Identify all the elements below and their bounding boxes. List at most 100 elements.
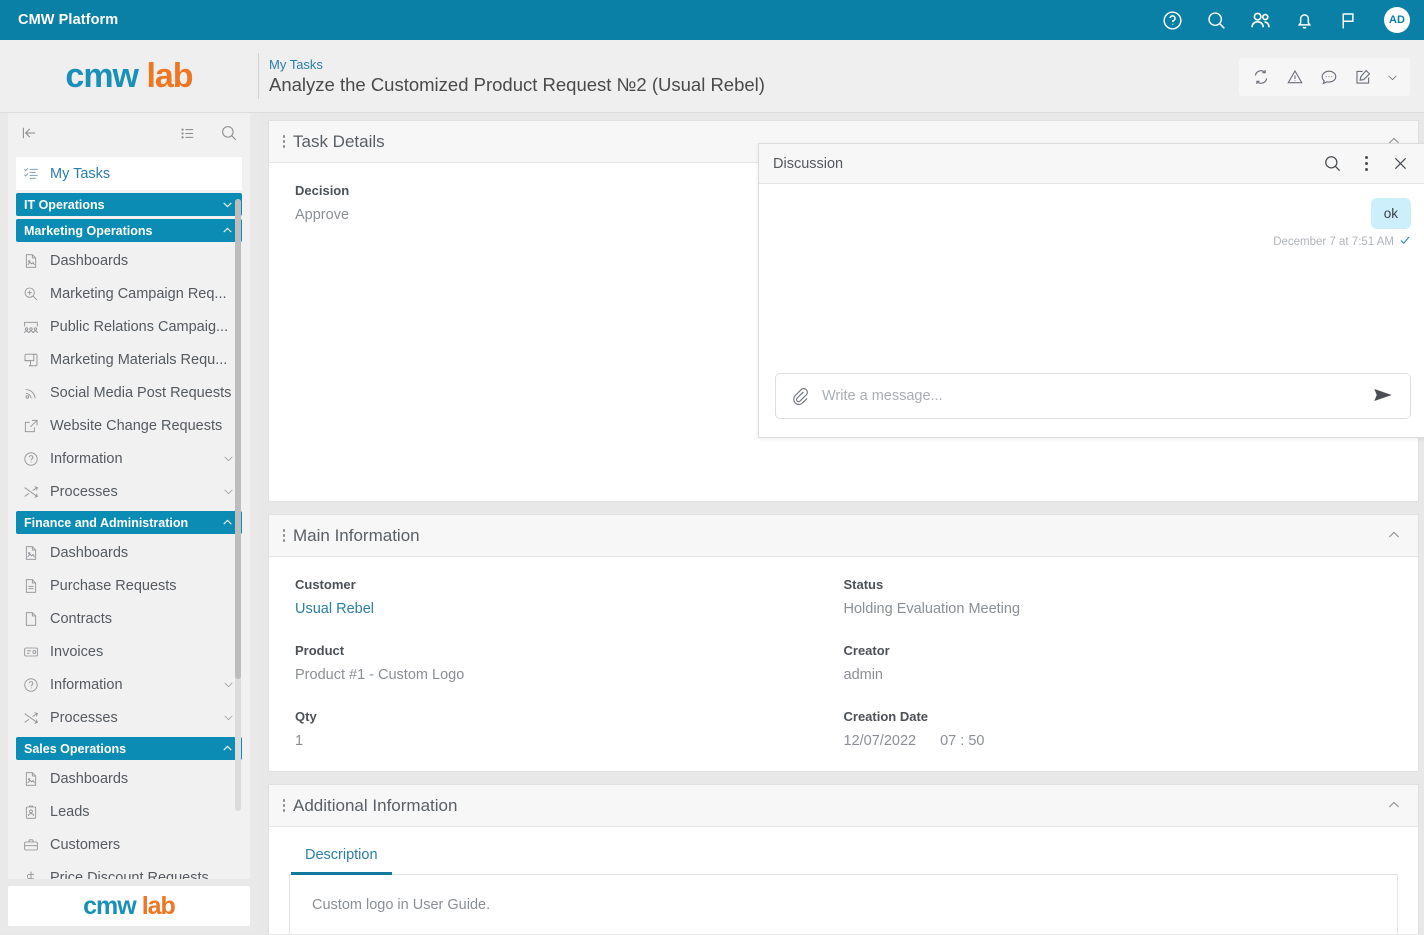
help-circle-icon[interactable]	[1160, 8, 1184, 32]
discussion-search-icon[interactable]	[1319, 151, 1345, 177]
sidebar-footer-logo: cmw lab	[8, 886, 250, 926]
question-circle-icon	[22, 450, 39, 467]
discussion-composer	[759, 373, 1424, 437]
sidebar-item-processes[interactable]: Processes	[16, 701, 242, 734]
sidebar-item-marketing-campaign-req[interactable]: Marketing Campaign Req...	[16, 277, 242, 310]
field-customer: Customer Usual Rebel	[295, 577, 844, 617]
panel-additional-information: Additional Information Description Custo…	[268, 784, 1419, 934]
chevron-up-icon[interactable]	[1386, 797, 1404, 815]
file-blank-icon	[22, 610, 39, 627]
collapse-left-icon[interactable]	[18, 122, 40, 144]
platform-title: CMW Platform	[18, 12, 119, 28]
send-message-icon[interactable]	[1372, 384, 1396, 408]
drag-handle-icon[interactable]	[277, 135, 291, 148]
flag-icon[interactable]	[1336, 8, 1360, 32]
brand-logo[interactable]: cmw lab	[0, 40, 258, 112]
page-header: cmw lab My Tasks Analyze the Customized …	[0, 40, 1424, 113]
sidebar-nav-scroll[interactable]: My Tasks IT Operations Marketing Operation…	[8, 153, 250, 879]
chevron-up-icon[interactable]	[1386, 527, 1404, 545]
warning-triangle-icon[interactable]	[1284, 66, 1306, 88]
chevron-up-icon[interactable]	[221, 742, 234, 755]
logo-text-lab: lab	[146, 57, 193, 95]
sidebar-item-information[interactable]: Information	[16, 668, 242, 701]
breadcrumb-link-my-tasks[interactable]: My Tasks	[269, 56, 765, 73]
discussion-close-icon[interactable]	[1387, 151, 1413, 177]
sidebar-item-marketing-materials-requ[interactable]: Marketing Materials Requ...	[16, 343, 242, 376]
chevron-down-icon[interactable]	[222, 678, 236, 692]
sidebar-group-it-operations[interactable]: IT Operations	[16, 193, 242, 216]
file-image-icon	[22, 544, 39, 561]
sidebar-group-sales-operations[interactable]: Sales Operations	[16, 737, 242, 760]
sidebar-item-public-relations-campaig[interactable]: Public Relations Campaig...	[16, 310, 242, 343]
users-icon[interactable]	[1248, 8, 1272, 32]
field-status: Status Holding Evaluation Meeting	[844, 577, 1393, 617]
chevron-down-icon[interactable]	[222, 452, 236, 466]
chevron-down-icon[interactable]	[222, 485, 236, 499]
sidebar-item-label: My Tasks	[50, 165, 111, 182]
sidebar-toolbar	[8, 113, 250, 153]
sidebar-item-price-discount-requests[interactable]: Price Discount Requests	[16, 861, 242, 879]
sidebar-item-label: Contracts	[50, 610, 113, 627]
field-value-customer[interactable]: Usual Rebel	[295, 601, 844, 617]
message-read-check-icon	[1399, 234, 1411, 249]
field-product: Product Product #1 - Custom Logo	[295, 643, 844, 683]
sidebar: My Tasks IT Operations Marketing Operation…	[0, 113, 258, 934]
attachment-clip-icon[interactable]	[790, 386, 810, 406]
creation-time-value: 07 : 50	[940, 733, 985, 749]
sidebar-item-contracts[interactable]: Contracts	[16, 602, 242, 635]
chevron-up-icon[interactable]	[221, 224, 234, 237]
breadcrumb: My Tasks Analyze the Customized Product …	[258, 53, 765, 99]
discussion-widget: Discussion ok December 7 at 7:51 AM Writ…	[758, 143, 1424, 438]
chevron-down-icon[interactable]	[222, 711, 236, 725]
sidebar-group-finance-and-administration[interactable]: Finance and Administration	[16, 511, 242, 534]
edit-pencil-icon[interactable]	[1352, 66, 1374, 88]
sidebar-group-marketing-operations[interactable]: Marketing Operations	[16, 219, 242, 242]
comment-icon[interactable]	[1318, 66, 1340, 88]
sidebar-item-processes[interactable]: Processes	[16, 475, 242, 508]
sidebar-search-icon[interactable]	[218, 122, 240, 144]
message-input[interactable]	[822, 388, 1360, 404]
sidebar-nav-list: My Tasks IT Operations Marketing Operation…	[8, 153, 250, 879]
field-qty: Qty 1	[295, 709, 844, 749]
sidebar-item-dashboards[interactable]: Dashboards	[16, 536, 242, 569]
task-list-icon	[22, 165, 39, 182]
sidebar-scrollbar[interactable]	[235, 199, 241, 811]
sidebar-item-label: Information	[50, 676, 123, 693]
drag-handle-icon[interactable]	[277, 799, 291, 812]
panel-header-main-information: Main Information	[269, 515, 1418, 557]
creation-date-value: 12/07/2022	[843, 733, 917, 749]
sidebar-item-label: Website Change Requests	[50, 417, 223, 434]
footer-logo-text-lab: lab	[141, 891, 176, 920]
sidebar-item-dashboards[interactable]: Dashboards	[16, 244, 242, 277]
search-icon[interactable]	[1204, 8, 1228, 32]
discussion-more-menu-icon[interactable]	[1353, 151, 1379, 177]
drag-handle-icon[interactable]	[277, 529, 291, 542]
description-text: Custom logo in User Guide.	[312, 897, 491, 913]
sidebar-item-website-change-requests[interactable]: Website Change Requests	[16, 409, 242, 442]
sidebar-scrollbar-thumb[interactable]	[235, 199, 241, 679]
list-icon[interactable]	[176, 122, 198, 144]
sidebar-group-label: Sales Operations	[24, 741, 127, 756]
sidebar-item-my-tasks[interactable]: My Tasks	[16, 157, 242, 190]
sidebar-item-social-media-post-requests[interactable]: Social Media Post Requests	[16, 376, 242, 409]
bell-icon[interactable]	[1292, 8, 1316, 32]
sidebar-item-invoices[interactable]: Invoices	[16, 635, 242, 668]
chevron-up-icon[interactable]	[221, 516, 234, 529]
sync-icon[interactable]	[1250, 66, 1272, 88]
sidebar-item-purchase-requests[interactable]: Purchase Requests	[16, 569, 242, 602]
chevron-down-icon[interactable]	[221, 198, 234, 211]
tab-description[interactable]: Description	[291, 843, 392, 875]
sidebar-item-leads[interactable]: Leads	[16, 795, 242, 828]
shuffle-icon	[22, 483, 39, 500]
dollar-icon	[22, 869, 39, 879]
avatar[interactable]: AD	[1384, 7, 1410, 33]
discussion-title: Discussion	[773, 155, 844, 172]
sidebar-item-information[interactable]: Information	[16, 442, 242, 475]
sidebar-item-customers[interactable]: Customers	[16, 828, 242, 861]
field-creation-date: Creation Date 12/07/2022 07 : 50	[844, 709, 1393, 749]
panel-title-additional-information: Additional Information	[293, 795, 458, 815]
main-info-left-column: Customer Usual Rebel Product Product #1 …	[295, 577, 844, 749]
sidebar-item-dashboards[interactable]: Dashboards	[16, 762, 242, 795]
chevron-down-icon[interactable]	[1386, 66, 1399, 88]
sidebar-item-label: Customers	[50, 836, 121, 853]
